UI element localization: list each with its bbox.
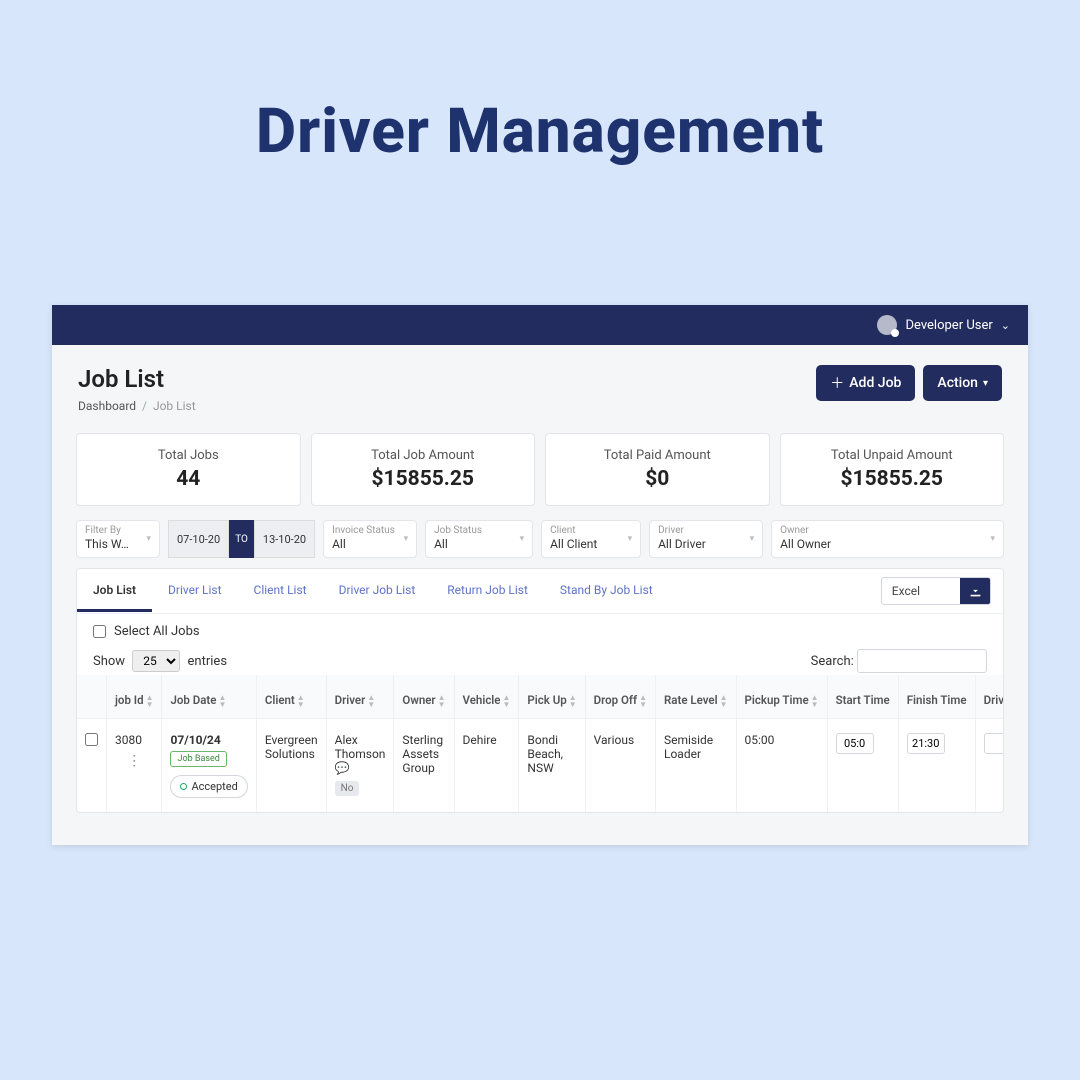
comment-icon[interactable]: 💬: [335, 761, 350, 775]
cell-vehicle: Dehire: [454, 718, 519, 812]
filters-row: Filter By This W… ▾ 07-10-20 TO 13-10-20…: [52, 516, 1028, 568]
client-select[interactable]: Client All Client ▾: [541, 520, 641, 558]
table-row: 3080 ⋮ 07/10/24 Job Based Accepted Everg…: [77, 718, 1004, 812]
row-checkbox[interactable]: [85, 733, 98, 746]
breadcrumb: Dashboard / Job List: [78, 399, 196, 413]
jobs-table: job Id▲▼ Job Date▲▼ Client▲▼ Driver▲▼ Ow…: [77, 675, 1004, 812]
col-vehicle[interactable]: Vehicle▲▼: [454, 675, 519, 718]
tabs-row: Job List Driver List Client List Driver …: [77, 569, 1003, 614]
select-all-checkbox[interactable]: [93, 625, 106, 638]
owner-select[interactable]: Owner All Owner ▾: [771, 520, 1004, 558]
col-start-time[interactable]: Start Time: [827, 675, 898, 718]
user-name: Developer User: [905, 318, 992, 333]
plus-icon: ＋: [830, 373, 844, 393]
add-job-button[interactable]: ＋ Add Job: [816, 365, 915, 401]
page-size-select[interactable]: 25: [132, 650, 180, 672]
kebab-icon[interactable]: ⋮: [115, 753, 153, 769]
col-check: [77, 675, 107, 718]
cell-pickup-time: 05:00: [736, 718, 827, 812]
export-excel[interactable]: Excel: [881, 577, 991, 605]
cell-client: Evergreen Solutions: [256, 718, 326, 812]
page-header: Job List Dashboard / Job List ＋ Add Job …: [52, 345, 1028, 423]
slide-title: Driver Management: [0, 0, 1080, 168]
tab-return-job-list[interactable]: Return Job List: [431, 571, 544, 612]
invoice-status-select[interactable]: Invoice Status All ▾: [323, 520, 417, 558]
chevron-down-icon: ⌄: [1001, 319, 1010, 332]
start-time-input[interactable]: [836, 733, 874, 754]
date-from[interactable]: 07-10-20: [168, 520, 229, 558]
user-menu[interactable]: Developer User ⌄: [877, 315, 1010, 335]
action-dropdown-button[interactable]: Action ▾: [923, 365, 1002, 401]
caret-down-icon: ▾: [520, 534, 525, 544]
search-label: Search:: [811, 654, 854, 669]
tab-driver-job-list[interactable]: Driver Job List: [323, 571, 432, 612]
cell-pickup: Bondi Beach, NSW: [519, 718, 585, 812]
col-job-id[interactable]: job Id▲▼: [107, 675, 162, 718]
col-pickup-time[interactable]: Pickup Time▲▼: [736, 675, 827, 718]
col-driv-retu-hrs[interactable]: Driv Retu Hrs: [975, 675, 1004, 718]
tab-driver-list[interactable]: Driver List: [152, 571, 238, 612]
status-pill[interactable]: Accepted: [170, 775, 247, 798]
cell-driver: Alex Thomson: [335, 733, 386, 761]
col-job-date[interactable]: Job Date▲▼: [162, 675, 256, 718]
tab-client-list[interactable]: Client List: [238, 571, 323, 612]
breadcrumb-current: Job List: [153, 399, 196, 413]
app-frame: Developer User ⌄ Job List Dashboard / Jo…: [52, 305, 1028, 845]
caret-down-icon: ▾: [750, 534, 755, 544]
stat-total-unpaid-amount: Total Unpaid Amount $15855.25: [780, 433, 1005, 506]
status-dot-icon: [180, 783, 187, 790]
caret-down-icon: ▾: [628, 534, 633, 544]
cell-job-date: 07/10/24: [170, 733, 220, 747]
driv-retu-hrs-input[interactable]: [984, 733, 1004, 754]
no-badge: No: [335, 781, 360, 796]
search-input[interactable]: [857, 649, 987, 673]
breadcrumb-root[interactable]: Dashboard: [78, 399, 136, 413]
caret-down-icon: ▾: [146, 534, 151, 544]
cell-rate-level: Semiside Loader: [656, 718, 737, 812]
page-title: Job List: [78, 365, 196, 393]
cell-dropoff: Various: [585, 718, 655, 812]
date-range-picker[interactable]: 07-10-20 TO 13-10-20: [168, 520, 315, 558]
caret-down-icon: ▾: [404, 534, 409, 544]
col-owner[interactable]: Owner▲▼: [394, 675, 454, 718]
finish-time-input[interactable]: [907, 733, 945, 754]
tabs: Job List Driver List Client List Driver …: [77, 571, 669, 612]
cell-owner: Sterling Assets Group: [394, 718, 454, 812]
col-driver[interactable]: Driver▲▼: [326, 675, 394, 718]
stat-total-paid-amount: Total Paid Amount $0: [545, 433, 770, 506]
download-icon[interactable]: [960, 578, 990, 604]
driver-select[interactable]: Driver All Driver ▾: [649, 520, 763, 558]
col-rate-level[interactable]: Rate Level▲▼: [656, 675, 737, 718]
date-to-label: TO: [229, 520, 254, 558]
table-controls: Select All Jobs Show 25 entries Search:: [77, 614, 1003, 675]
content-panel: Job List Driver List Client List Driver …: [76, 568, 1004, 813]
col-client[interactable]: Client▲▼: [256, 675, 326, 718]
tab-job-list[interactable]: Job List: [77, 571, 152, 612]
col-finish-time[interactable]: Finish Time: [898, 675, 975, 718]
topbar: Developer User ⌄: [52, 305, 1028, 345]
caret-down-icon: ▾: [990, 534, 995, 544]
select-all-label: Select All Jobs: [114, 624, 200, 639]
filter-by-select[interactable]: Filter By This W… ▾: [76, 520, 160, 558]
stat-total-job-amount: Total Job Amount $15855.25: [311, 433, 536, 506]
job-based-badge: Job Based: [170, 751, 226, 767]
stats-row: Total Jobs 44 Total Job Amount $15855.25…: [52, 423, 1028, 516]
job-status-select[interactable]: Job Status All ▾: [425, 520, 533, 558]
caret-down-icon: ▾: [983, 378, 988, 389]
col-pickup[interactable]: Pick Up▲▼: [519, 675, 585, 718]
stat-total-jobs: Total Jobs 44: [76, 433, 301, 506]
date-to[interactable]: 13-10-20: [254, 520, 315, 558]
tab-standby-job-list[interactable]: Stand By Job List: [544, 571, 669, 612]
cell-job-id: 3080: [115, 733, 142, 747]
col-dropoff[interactable]: Drop Off▲▼: [585, 675, 655, 718]
avatar-icon: [877, 315, 897, 335]
